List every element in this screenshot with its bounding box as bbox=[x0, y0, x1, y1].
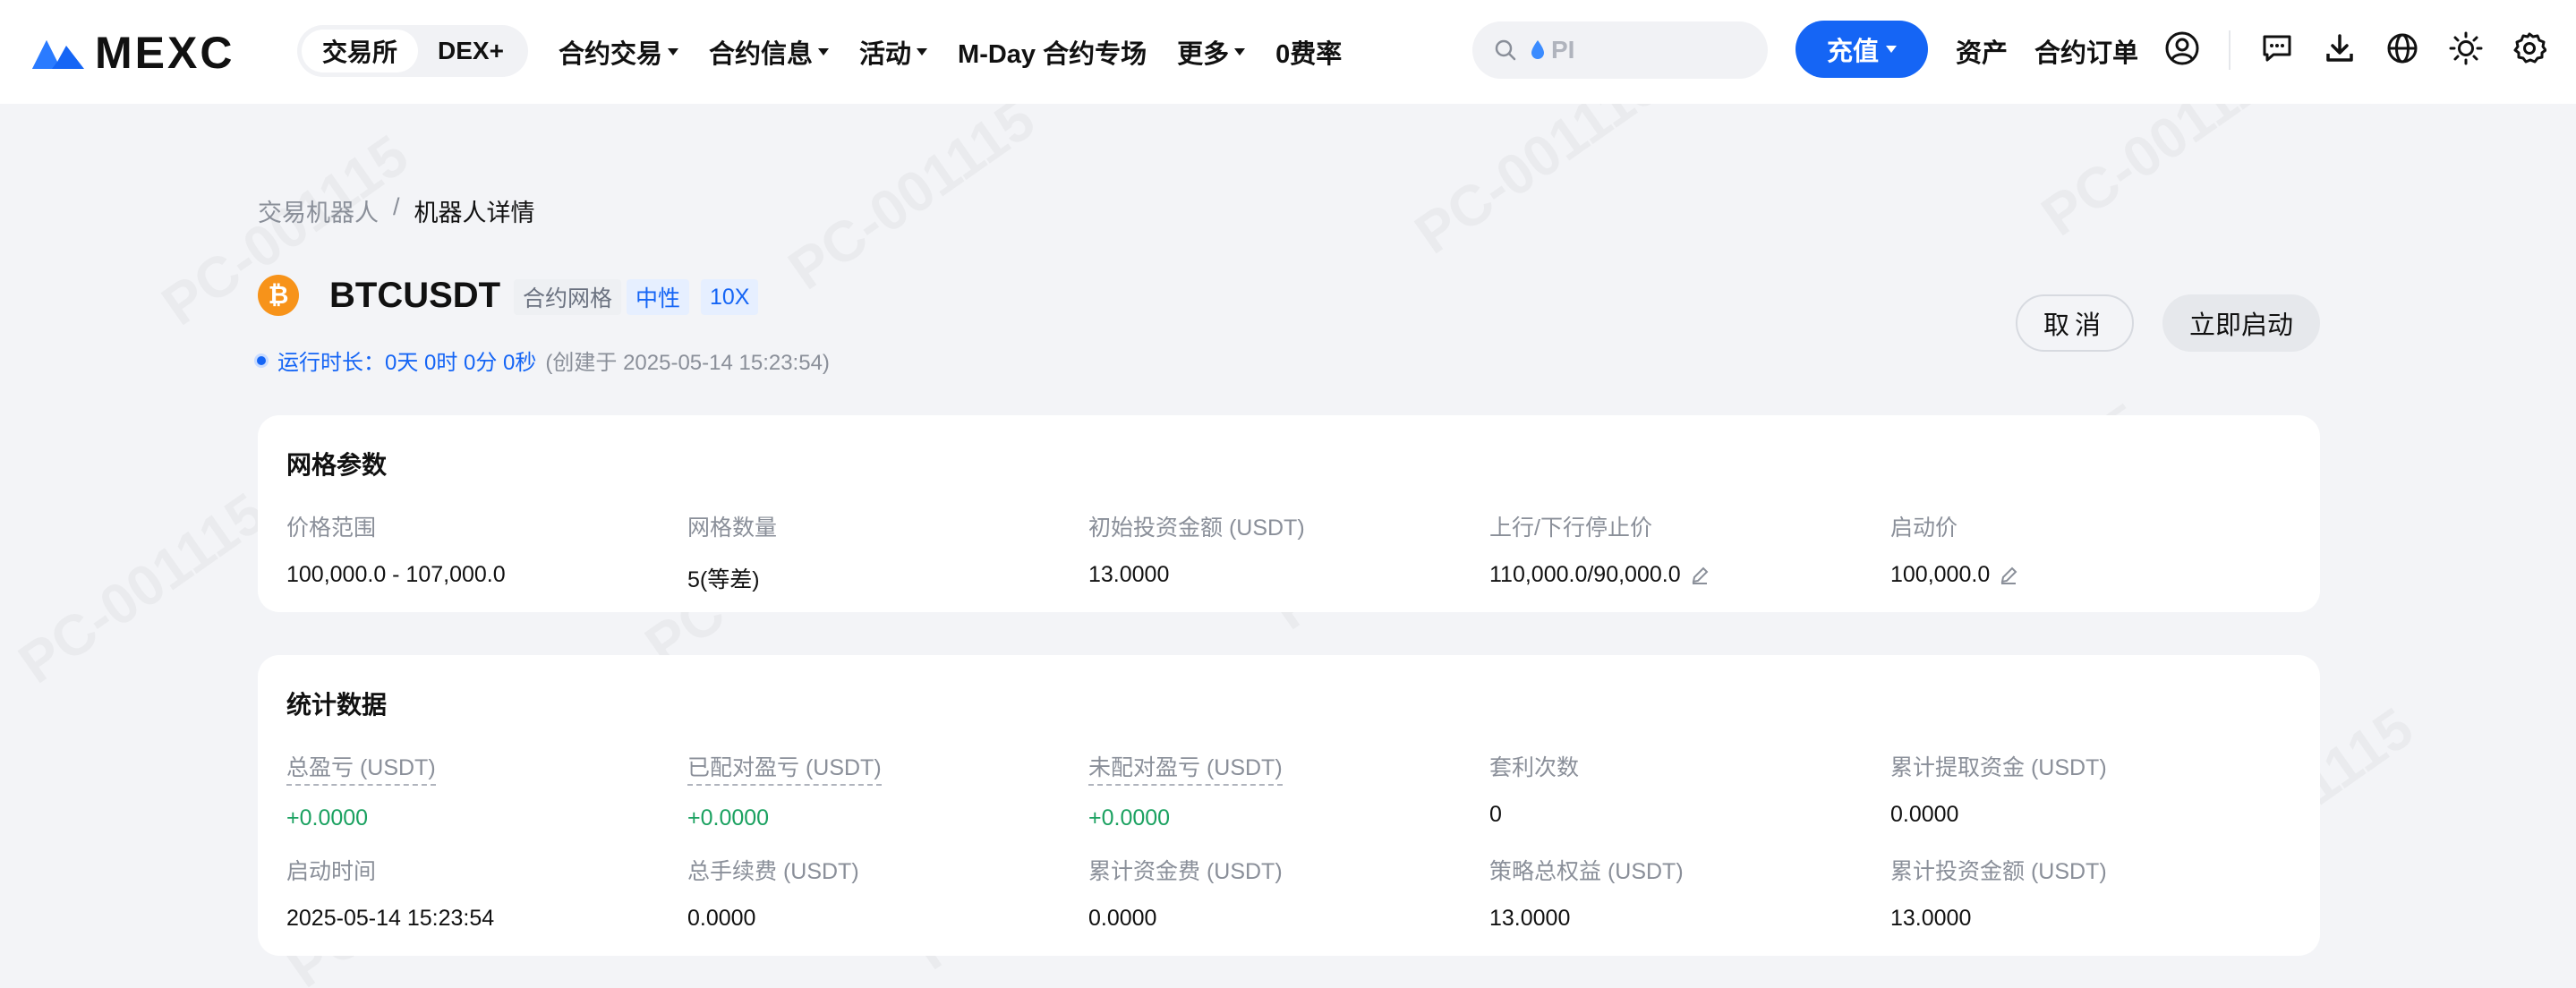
start-now-button[interactable]: 立即启动 bbox=[2162, 294, 2320, 352]
chevron-down-icon bbox=[917, 48, 928, 55]
stats-title: 统计数据 bbox=[286, 691, 388, 719]
grid-params-title: 网格参数 bbox=[286, 451, 388, 479]
param-grid-count: 网格数量 5(等差) bbox=[687, 515, 778, 592]
globe-icon[interactable] bbox=[2384, 30, 2420, 66]
chevron-down-icon bbox=[818, 48, 830, 55]
edit-trigger-price-icon[interactable] bbox=[1999, 566, 2018, 585]
theme-sun-icon[interactable] bbox=[2448, 30, 2484, 66]
chevron-down-icon bbox=[668, 48, 679, 55]
logo-text: MEXC bbox=[95, 28, 235, 78]
stat-start-time: 启动时间 2025-05-14 15:23:54 bbox=[286, 859, 495, 931]
breadcrumb-current: 机器人详情 bbox=[414, 200, 535, 226]
bitcoin-icon: ₿ bbox=[258, 275, 299, 316]
pi-coin-icon bbox=[1531, 40, 1544, 59]
search-icon bbox=[1495, 39, 1516, 61]
pair-symbol: BTCUSDT bbox=[329, 276, 501, 315]
nav-mday[interactable]: M-Day 合约专场 bbox=[958, 33, 1147, 71]
message-icon[interactable] bbox=[2259, 30, 2295, 66]
trigger-price-value: 100,000.0 bbox=[1890, 562, 1991, 587]
header-divider bbox=[2229, 30, 2231, 70]
tag-bot-type: 合约网格 bbox=[514, 279, 622, 315]
mexc-logo[interactable]: MEXC bbox=[30, 27, 235, 79]
stats-card: 统计数据 总盈亏 (USDT) +0.0000 已配对盈亏 (USDT) +0.… bbox=[258, 655, 2320, 956]
nav-futures-info[interactable]: 合约信息 bbox=[709, 33, 830, 71]
segment-exchange[interactable]: 交易所 bbox=[302, 30, 418, 72]
runtime-status: 运行时长：0天 0时 0分 0秒 (创建于 2025-05-14 15:23:5… bbox=[254, 345, 830, 376]
assets-link[interactable]: 资产 bbox=[1956, 32, 2008, 70]
param-price-range: 价格范围 100,000.0 - 107,000.0 bbox=[286, 515, 506, 587]
futures-orders-link[interactable]: 合约订单 bbox=[2034, 32, 2138, 70]
breadcrumb-trading-bots[interactable]: 交易机器人 bbox=[258, 193, 379, 228]
param-initial-investment: 初始投资金额 (USDT) 13.0000 bbox=[1088, 515, 1305, 587]
settings-gear-icon[interactable] bbox=[2512, 30, 2547, 66]
segment-dex[interactable]: DEX+ bbox=[418, 30, 524, 72]
stat-matched-pnl: 已配对盈亏 (USDT) +0.0000 bbox=[687, 750, 882, 831]
stat-withdrawn: 累计提取资金 (USDT) 0.0000 bbox=[1890, 755, 2107, 827]
nav-futures-trading[interactable]: 合约交易 bbox=[559, 33, 679, 71]
exchange-dex-switch: 交易所 DEX+ bbox=[297, 25, 528, 77]
stat-arbitrage-count: 套利次数 0 bbox=[1489, 755, 1580, 827]
status-dot-icon bbox=[254, 353, 269, 368]
edit-stop-price-icon[interactable] bbox=[1690, 566, 1710, 585]
stat-unmatched-pnl: 未配对盈亏 (USDT) +0.0000 bbox=[1088, 750, 1283, 831]
deposit-button[interactable]: 充值 bbox=[1796, 21, 1928, 78]
stat-funding-fees: 累计资金费 (USDT) 0.0000 bbox=[1088, 859, 1283, 931]
param-trigger-price: 启动价 100,000.0 bbox=[1890, 510, 2018, 588]
stat-total-equity: 策略总权益 (USDT) 13.0000 bbox=[1489, 859, 1684, 931]
search-placeholder: PI bbox=[1551, 36, 1575, 64]
top-navbar: MEXC 交易所 DEX+ 合约交易 合约信息 活动 M-Day 合约专场 更多… bbox=[0, 0, 2576, 104]
search-input[interactable]: PI bbox=[1472, 21, 1768, 79]
nav-zero-fee[interactable]: 0费率 bbox=[1275, 33, 1342, 71]
chevron-down-icon bbox=[1886, 46, 1897, 53]
main-nav: 合约交易 合约信息 活动 M-Day 合约专场 更多 0费率 bbox=[559, 0, 1342, 104]
stat-total-invested: 累计投资金额 (USDT) 13.0000 bbox=[1890, 859, 2107, 931]
stat-total-fees: 总手续费 (USDT) 0.0000 bbox=[687, 859, 859, 931]
tag-leverage: 10X bbox=[701, 279, 759, 315]
grid-params-card: 网格参数 价格范围 100,000.0 - 107,000.0 网格数量 5(等… bbox=[258, 415, 2320, 612]
download-icon[interactable] bbox=[2322, 30, 2358, 66]
nav-events[interactable]: 活动 bbox=[859, 33, 928, 71]
nav-more[interactable]: 更多 bbox=[1177, 33, 1246, 71]
breadcrumb-separator: / bbox=[393, 193, 400, 220]
stop-prices-value: 110,000.0/90,000.0 bbox=[1489, 562, 1681, 587]
tag-direction: 中性 bbox=[627, 279, 690, 315]
created-time: (创建于 2025-05-14 15:23:54) bbox=[545, 351, 830, 375]
breadcrumb: 交易机器人 / 机器人详情 bbox=[258, 193, 535, 228]
runtime-text: 运行时长：0天 0时 0分 0秒 bbox=[277, 351, 537, 375]
mexc-logo-icon bbox=[32, 40, 84, 69]
user-icon[interactable] bbox=[2164, 30, 2200, 66]
chevron-down-icon bbox=[1234, 48, 1246, 55]
param-stop-prices: 上行/下行停止价 110,000.0/90,000.0 bbox=[1489, 510, 1710, 588]
stat-total-pnl: 总盈亏 (USDT) +0.0000 bbox=[286, 750, 436, 831]
cancel-button[interactable]: 取消 bbox=[2016, 294, 2134, 352]
